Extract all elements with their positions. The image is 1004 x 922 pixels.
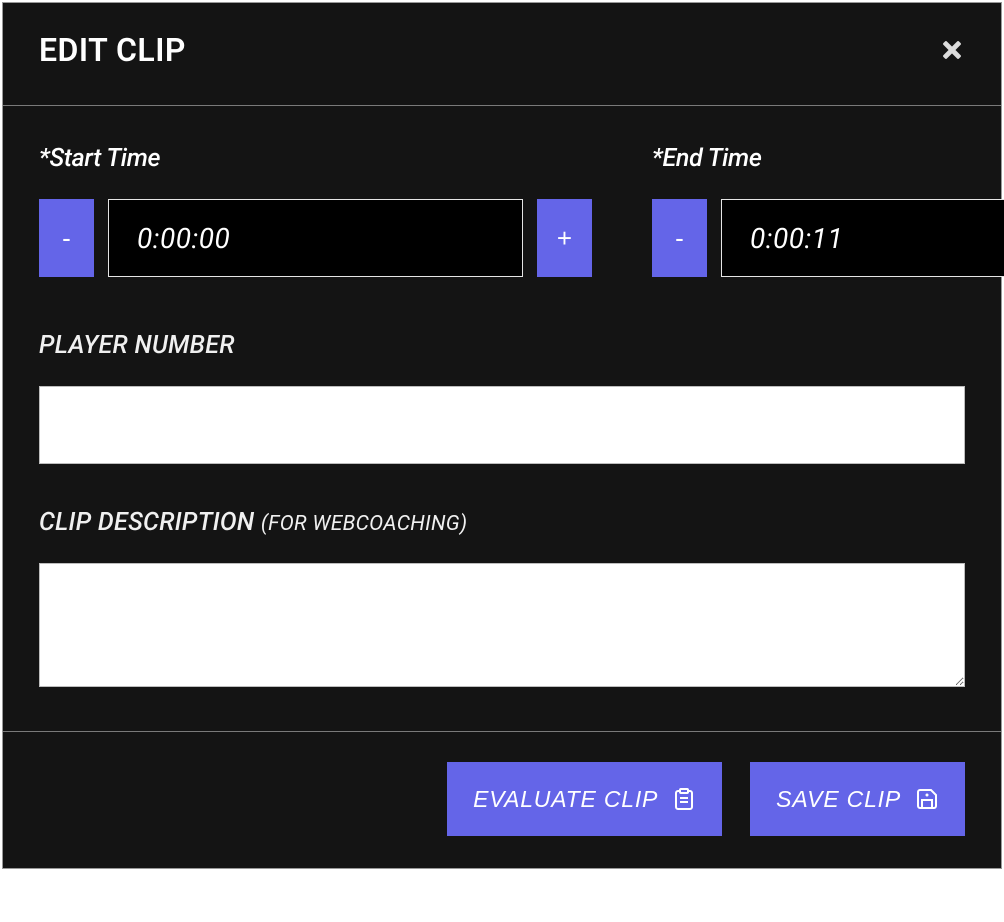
end-time-label: *End Time <box>652 144 1004 173</box>
close-icon <box>939 37 965 63</box>
evaluate-clip-button[interactable]: EVALUATE CLIP <box>447 762 722 836</box>
player-number-input[interactable] <box>39 386 965 464</box>
end-time-group: *End Time - + <box>652 144 1004 277</box>
modal-body: *Start Time - + *End Time - + PLAYER NUM… <box>3 106 1001 731</box>
clip-description-label-sub: (FOR WEBCOACHING) <box>261 512 467 536</box>
end-time-input[interactable] <box>721 199 1004 277</box>
save-clip-button[interactable]: SAVE CLIP <box>750 762 965 836</box>
start-time-stepper: - + <box>39 199 592 277</box>
end-time-stepper: - + <box>652 199 1004 277</box>
end-time-minus-button[interactable]: - <box>652 199 707 277</box>
clipboard-icon <box>672 787 696 811</box>
time-row: *Start Time - + *End Time - + <box>39 144 965 277</box>
close-button[interactable] <box>939 37 965 63</box>
save-clip-label: SAVE CLIP <box>776 786 901 813</box>
clip-description-label-main: CLIP DESCRIPTION <box>39 508 261 537</box>
clip-description-block: CLIP DESCRIPTION (FOR WEBCOACHING) <box>39 508 965 691</box>
edit-clip-modal: EDIT CLIP *Start Time - + *End Time - <box>2 2 1002 869</box>
start-time-plus-button[interactable]: + <box>537 199 592 277</box>
modal-header: EDIT CLIP <box>3 3 1001 106</box>
player-number-label: PLAYER NUMBER <box>39 331 965 360</box>
modal-footer: EVALUATE CLIP SAVE CLIP <box>3 731 1001 868</box>
start-time-input[interactable] <box>108 199 523 277</box>
player-number-block: PLAYER NUMBER <box>39 331 965 464</box>
evaluate-clip-label: EVALUATE CLIP <box>473 786 658 813</box>
modal-title: EDIT CLIP <box>39 31 186 69</box>
clip-description-input[interactable] <box>39 563 965 687</box>
save-icon <box>915 787 939 811</box>
start-time-label: *Start Time <box>39 144 592 173</box>
start-time-group: *Start Time - + <box>39 144 592 277</box>
start-time-minus-button[interactable]: - <box>39 199 94 277</box>
clip-description-label: CLIP DESCRIPTION (FOR WEBCOACHING) <box>39 508 965 537</box>
